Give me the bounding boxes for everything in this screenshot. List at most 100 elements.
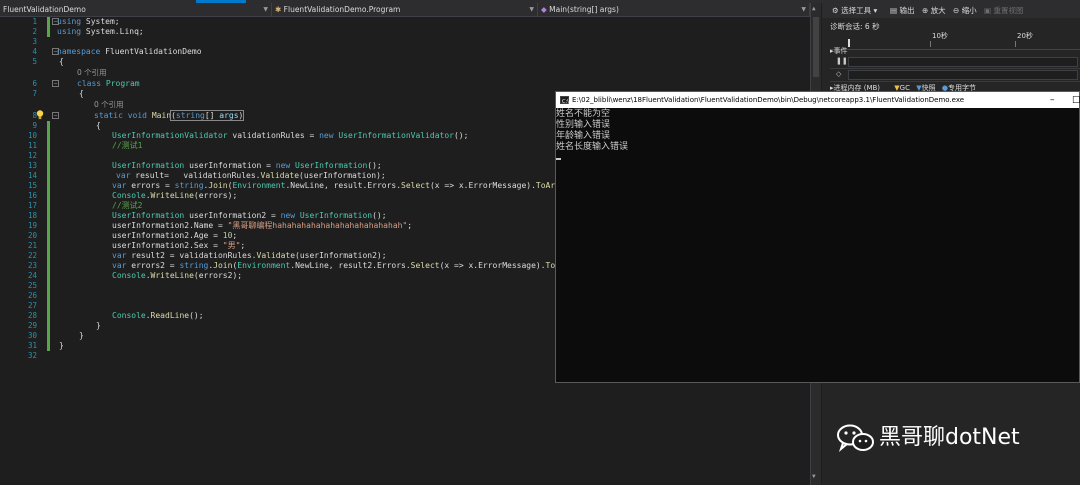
events-track-row: ❚❚ [830,56,1080,69]
diamond-icon: ◇ [836,70,842,78]
method-icon: ◆ [541,5,550,14]
watermark-text: 黑哥聊dotNet [879,425,1020,450]
console-output-line: 年龄输入错误 [556,131,611,141]
console-cursor-line [556,153,1079,164]
code-line-19: userInformation2.Name = "黑哥聊编程hahahahaha… [112,221,413,230]
reset-view-icon: ▣ [984,6,992,15]
lightbulb-icon[interactable] [36,110,44,120]
line-number: 14 [27,171,37,180]
scrollbar-thumb[interactable] [813,17,819,77]
line-number: 12 [27,151,37,160]
code-line-10: UserInformationValidator validationRules… [112,131,469,140]
timeline-tick [930,41,931,47]
timeline-marker [848,39,850,47]
line-number: 27 [27,301,37,310]
console-output-line: 姓名长度输入错误 [556,142,629,152]
class-icon: ✱ [275,5,284,14]
line-number: 31 [27,341,37,350]
line-number: 1 [32,17,37,26]
output-button[interactable]: ▤ 输出 [890,3,914,18]
line-number: 4 [32,47,37,56]
line-number: 22 [27,251,37,260]
pause-icon: ❚❚ [836,57,848,65]
navigation-bar: FluentValidationDemo ▼ ✱ FluentValidatio… [0,3,820,17]
timeline-tick [1015,41,1016,47]
line-number: 23 [27,261,37,270]
console-output: 姓名不能为空 性别输入错误 年龄输入错误 姓名长度输入错误 [556,109,1079,164]
output-icon: ▤ [890,6,898,15]
scroll-up-icon[interactable]: ▲ [812,5,816,12]
codelens-references[interactable]: 0 个引用 [77,68,107,78]
code-line-29: } [96,321,101,330]
code-line-14: var result= validationRules.Validate(use… [116,171,386,180]
code-line-1: using System; [57,17,120,26]
line-number: 13 [27,161,37,170]
codelens-references[interactable]: 0 个引用 [94,100,124,110]
timeline-label: 10秒 [932,32,948,40]
line-number: 6 [32,79,37,88]
class-name: FluentValidationDemo.Program [283,5,401,14]
scroll-down-icon[interactable]: ▼ [812,473,816,480]
project-dropdown[interactable]: FluentValidationDemo ▼ [0,3,272,16]
timeline-label: 20秒 [1017,32,1033,40]
console-cursor [556,158,561,160]
line-number: 16 [27,191,37,200]
code-line-11: //测试1 [112,141,143,150]
console-output-line: 性别输入错误 [556,120,611,130]
zoom-in-button[interactable]: ⊕ 放大 [922,3,946,18]
events-track-row: ◇ [830,69,1080,82]
member-dropdown[interactable]: ◆ Main(string[] args) ▼ [538,3,810,16]
code-line-13: UserInformation userInformation = new Us… [112,161,382,170]
code-line-23: var errors2 = string.Join(Environment.Ne… [112,261,599,270]
change-marker [47,17,50,37]
line-number: 21 [27,241,37,250]
code-line-6: class Program [77,79,140,88]
console-output-line: 姓名不能为空 [556,109,611,119]
line-number: 24 [27,271,37,280]
line-number: 5 [32,57,37,66]
code-line-4: namespace FluentValidationDemo [57,47,202,56]
line-number: 30 [27,331,37,340]
console-app-icon: C:\ [560,96,569,105]
events-section-header[interactable]: ▸事件 [830,46,848,56]
events-track [848,57,1078,67]
code-line-7: { [79,89,84,98]
minimize-icon[interactable]: – [1050,92,1055,108]
select-tools-button[interactable]: ⚙ 选择工具 ▾ [832,3,877,18]
code-line-28: Console.ReadLine(); [112,311,204,320]
line-number: 25 [27,281,37,290]
change-marker [47,121,50,351]
code-line-22: var result2 = validationRules.Validate(u… [112,251,387,260]
code-line-17: //测试2 [112,201,143,210]
line-number: 10 [27,131,37,140]
line-number: 9 [32,121,37,130]
code-line-5: { [59,57,64,66]
member-name: Main(string[] args) [549,5,619,14]
line-number: 15 [27,181,37,190]
console-title: E:\02_blibli\wenz\18FluentValidation\Flu… [572,96,965,104]
code-line-9: { [96,121,101,130]
maximize-icon[interactable]: □ [1072,92,1080,108]
line-number: 18 [27,211,37,220]
code-line-24: Console.WriteLine(errors2); [112,271,243,280]
line-number: 11 [27,141,37,150]
line-number: 20 [27,231,37,240]
line-number: 29 [27,321,37,330]
console-title-bar[interactable]: C:\ E:\02_blibli\wenz\18FluentValidation… [556,92,1080,108]
line-number-gutter: 1 2 3 4 5 6 7 8 9 10 11 12 13 14 15 16 1… [0,17,52,485]
timeline-ruler[interactable]: 10秒 20秒 [830,31,1080,50]
zoom-in-icon: ⊕ [922,6,929,15]
reset-view-button[interactable]: ▣ 重置视图 [984,3,1023,18]
code-line-30: } [79,331,84,340]
code-line-2: using System.Linq; [57,27,144,36]
console-window[interactable]: C:\ E:\02_blibli\wenz\18FluentValidation… [555,91,1080,383]
line-number: 3 [32,37,37,46]
class-dropdown[interactable]: ✱ FluentValidationDemo.Program ▼ [272,3,538,16]
line-number: 7 [32,89,37,98]
wechat-icon [837,424,874,453]
code-line-31: } [59,341,64,350]
line-number: 32 [27,351,37,360]
chevron-down-icon: ▼ [801,6,806,13]
zoom-out-button[interactable]: ⊖ 缩小 [953,3,977,18]
chevron-down-icon: ▼ [263,6,268,13]
